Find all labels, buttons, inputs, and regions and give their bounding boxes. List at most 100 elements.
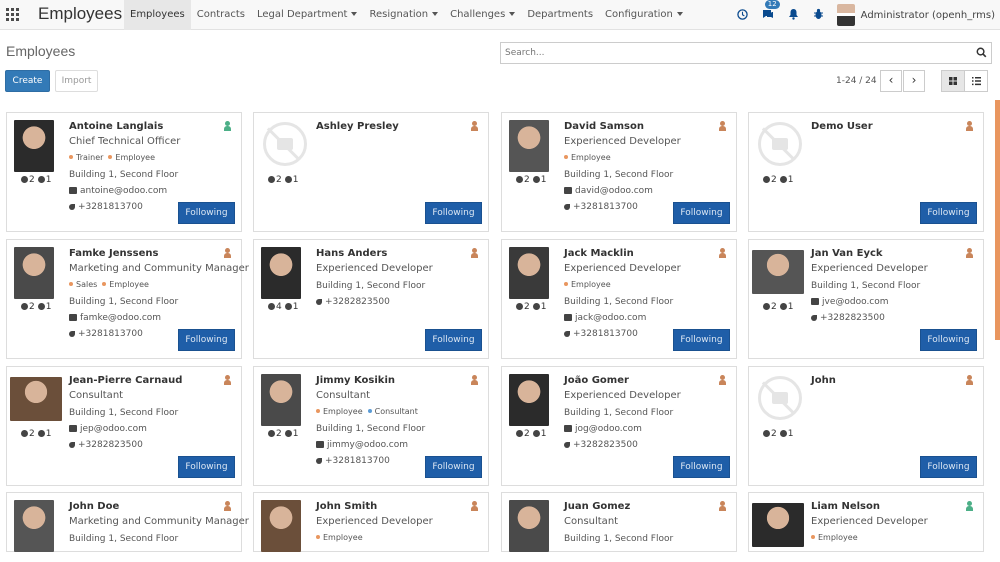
phone-text: +3282823500 bbox=[820, 313, 885, 323]
employee-card[interactable]: John Smith Experienced Developer Employee bbox=[253, 492, 489, 552]
employee-card[interactable]: David Samson Experienced Developer Employe… bbox=[501, 112, 737, 232]
menu-item-legal-department[interactable]: Legal Department bbox=[251, 0, 364, 30]
employee-name[interactable]: Hans Anders bbox=[316, 248, 387, 259]
employee-name[interactable]: Liam Nelson bbox=[811, 501, 880, 512]
employee-card[interactable]: Jean-Pierre Carnaud Consultant Building 1,… bbox=[6, 366, 242, 486]
pager-value[interactable]: 1-24 / 24 bbox=[836, 76, 877, 86]
email-text: jve@odoo.com bbox=[822, 297, 889, 307]
apps-menu-icon[interactable] bbox=[6, 8, 19, 21]
create-button[interactable]: Create bbox=[5, 70, 50, 92]
following-button[interactable]: Following bbox=[673, 202, 730, 224]
work-phone[interactable]: +3281813700 bbox=[316, 456, 390, 466]
work-email[interactable]: jimmy@odoo.com bbox=[316, 440, 408, 450]
work-location: Building 1, Second Floor bbox=[69, 534, 179, 544]
employee-name[interactable]: Jan Van Eyck bbox=[811, 248, 883, 259]
message-count: 2 bbox=[524, 175, 530, 185]
employee-name[interactable]: John Doe bbox=[69, 501, 119, 512]
import-button[interactable]: Import bbox=[55, 70, 98, 92]
employee-name[interactable]: Demo User bbox=[811, 121, 873, 132]
employee-card[interactable]: Jan Van Eyck Experienced Developer Buildin… bbox=[748, 239, 984, 359]
message-count: 2 bbox=[276, 429, 282, 439]
following-button[interactable]: Following bbox=[920, 329, 977, 351]
work-phone[interactable]: +3282823500 bbox=[811, 313, 885, 323]
work-phone[interactable]: +3281813700 bbox=[69, 329, 143, 339]
employee-name[interactable]: João Gomer bbox=[564, 375, 629, 386]
following-button[interactable]: Following bbox=[425, 329, 482, 351]
bug-icon[interactable] bbox=[813, 8, 824, 22]
work-email[interactable]: jog@odoo.com bbox=[564, 424, 642, 434]
employee-name[interactable]: David Samson bbox=[564, 121, 644, 132]
follower-count: 1 bbox=[787, 302, 794, 312]
employee-card[interactable]: Famke Jenssens Marketing and Community Ma… bbox=[6, 239, 249, 359]
work-location: Building 1, Second Floor bbox=[69, 170, 179, 180]
following-button[interactable]: Following bbox=[425, 456, 482, 478]
employee-name[interactable]: Jimmy Kosikin bbox=[316, 375, 395, 386]
users-icon bbox=[37, 430, 45, 437]
employee-card[interactable]: Demo User 2 1 Following bbox=[748, 112, 984, 232]
work-phone[interactable]: +3282823500 bbox=[316, 297, 390, 307]
presence-status-icon bbox=[719, 501, 726, 511]
work-email[interactable]: famke@odoo.com bbox=[69, 313, 161, 323]
work-phone[interactable]: +3282823500 bbox=[69, 440, 143, 450]
search-icon[interactable] bbox=[976, 47, 987, 58]
work-email[interactable]: antoine@odoo.com bbox=[69, 186, 167, 196]
search-input[interactable] bbox=[501, 43, 961, 63]
pager-next-button[interactable]: › bbox=[903, 70, 925, 92]
clock-icon[interactable] bbox=[736, 8, 748, 22]
following-button[interactable]: Following bbox=[920, 202, 977, 224]
following-button[interactable]: Following bbox=[178, 456, 235, 478]
list-view-button[interactable] bbox=[964, 70, 988, 92]
scrollbar[interactable] bbox=[995, 100, 1000, 340]
menu-item-contracts[interactable]: Contracts bbox=[191, 0, 251, 30]
menu-item-resignation[interactable]: Resignation bbox=[363, 0, 444, 30]
work-phone[interactable]: +3282823500 bbox=[564, 440, 638, 450]
menu-item-configuration[interactable]: Configuration bbox=[599, 0, 689, 30]
employee-card[interactable]: John Doe Marketing and Community Manager B… bbox=[6, 492, 249, 552]
following-button[interactable]: Following bbox=[920, 456, 977, 478]
following-button[interactable]: Following bbox=[673, 329, 730, 351]
envelope-icon bbox=[69, 314, 77, 321]
following-button[interactable]: Following bbox=[178, 202, 235, 224]
employee-card[interactable]: Jimmy Kosikin Consultant Employee Consultan… bbox=[253, 366, 489, 486]
employee-name[interactable]: Jack Macklin bbox=[564, 248, 634, 259]
work-phone[interactable]: +3281813700 bbox=[564, 329, 638, 339]
employee-card[interactable]: Liam Nelson Experienced Developer Employee bbox=[748, 492, 984, 552]
employee-card[interactable]: Juan Gomez Consultant Building 1, Second F… bbox=[501, 492, 737, 552]
following-button[interactable]: Following bbox=[673, 456, 730, 478]
menu-item-challenges[interactable]: Challenges bbox=[444, 0, 521, 30]
employee-tags: Employee Consultant bbox=[316, 407, 423, 416]
kanban-view-button[interactable] bbox=[941, 70, 965, 92]
work-email[interactable]: david@odoo.com bbox=[564, 186, 653, 196]
bell-icon[interactable] bbox=[788, 8, 799, 22]
employee-card[interactable]: Antoine Langlais Chief Technical Officer T… bbox=[6, 112, 242, 232]
employee-name[interactable]: Juan Gomez bbox=[564, 501, 630, 512]
work-email[interactable]: jep@odoo.com bbox=[69, 424, 147, 434]
employee-name[interactable]: Ashley Presley bbox=[316, 121, 399, 132]
employee-name[interactable]: John bbox=[811, 375, 836, 386]
pager-previous-button[interactable]: ‹ bbox=[880, 70, 902, 92]
employee-name[interactable]: Antoine Langlais bbox=[69, 121, 163, 132]
comments-icon bbox=[763, 303, 770, 310]
employee-card[interactable]: Jack Macklin Experienced Developer Employe… bbox=[501, 239, 737, 359]
work-phone[interactable]: +3281813700 bbox=[69, 202, 143, 212]
employee-name[interactable]: John Smith bbox=[316, 501, 377, 512]
user-avatar[interactable] bbox=[836, 4, 855, 26]
employee-card[interactable]: Hans Anders Experienced Developer Building… bbox=[253, 239, 489, 359]
message-count: 4 bbox=[276, 302, 282, 312]
employee-name[interactable]: Famke Jenssens bbox=[69, 248, 158, 259]
work-email[interactable]: jack@odoo.com bbox=[564, 313, 646, 323]
user-menu[interactable]: Administrator (openh_rms) bbox=[861, 10, 995, 21]
following-button[interactable]: Following bbox=[425, 202, 482, 224]
messaging-icon[interactable]: 12 bbox=[762, 0, 780, 22]
message-count: 2 bbox=[29, 429, 35, 439]
employee-card[interactable]: John 2 1 Following bbox=[748, 366, 984, 486]
employee-name[interactable]: Jean-Pierre Carnaud bbox=[69, 375, 182, 386]
employee-card[interactable]: Ashley Presley 2 1 Following bbox=[253, 112, 489, 232]
users-icon bbox=[779, 176, 787, 183]
employee-card[interactable]: João Gomer Experienced Developer Building … bbox=[501, 366, 737, 486]
menu-item-departments[interactable]: Departments bbox=[521, 0, 599, 30]
menu-item-employees[interactable]: Employees bbox=[124, 0, 191, 30]
work-phone[interactable]: +3281813700 bbox=[564, 202, 638, 212]
work-email[interactable]: jve@odoo.com bbox=[811, 297, 889, 307]
following-button[interactable]: Following bbox=[178, 329, 235, 351]
